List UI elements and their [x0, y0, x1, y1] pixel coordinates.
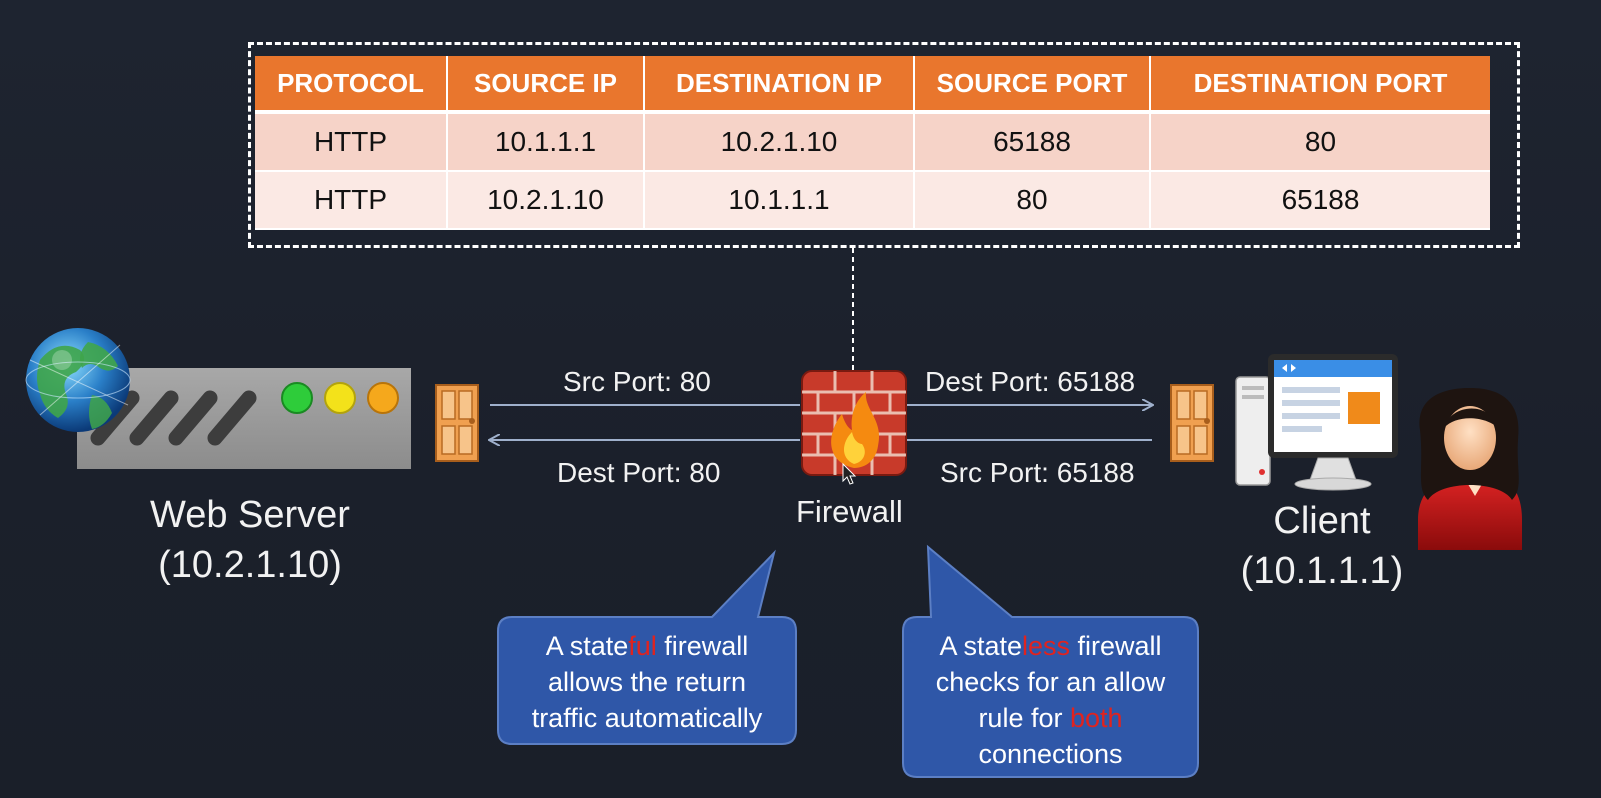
globe-icon [25, 328, 131, 432]
computer-icon [1235, 354, 1398, 491]
callout-stateless-text: A stateless firewall checks for an allow… [903, 628, 1198, 772]
door-icon [435, 384, 479, 462]
callout-stateful-text: A stateful firewall allows the return tr… [498, 628, 796, 736]
client-name: Client [1273, 500, 1371, 542]
callout-stateful-line1: A stateful firewall [498, 628, 796, 664]
flow-label-right-top: Dest Port: 65188 [925, 366, 1136, 397]
callout-stateful-line3: traffic automatically [531, 703, 763, 733]
flow-label-right-bottom: Src Port: 65188 [940, 457, 1135, 488]
callout-stateless-line3: rule for both [903, 700, 1198, 736]
firewall-label: Firewall [796, 494, 903, 529]
callout-stateless-highlight: less [1022, 631, 1071, 661]
user-avatar-icon [1418, 388, 1522, 550]
web-server-ip: (10.2.1.10) [158, 544, 342, 586]
callout-stateless-line3-highlight: both [1069, 703, 1123, 733]
client-label: Client (10.1.1.1) [1222, 496, 1422, 596]
web-server-label: Web Server (10.2.1.10) [120, 490, 380, 590]
callout-stateless-line4: connections [978, 739, 1123, 769]
client-ip: (10.1.1.1) [1240, 550, 1404, 592]
callout-stateless-post: firewall [1070, 631, 1162, 661]
callout-stateful-line2: allows the return [547, 667, 747, 697]
door-icon [1170, 384, 1214, 462]
callout-stateless-line3-pre: rule for [978, 703, 1070, 733]
callout-stateful-post: firewall [656, 631, 749, 661]
callout-stateful-pre: A state [545, 631, 629, 661]
callout-stateful-highlight: ful [628, 631, 657, 661]
diagram-graphics [25, 248, 1522, 778]
callout-stateless-pre: A state [939, 631, 1022, 661]
flow-label-left-top: Src Port: 80 [563, 366, 711, 397]
flow-label-left-bottom: Dest Port: 80 [557, 457, 721, 488]
web-server-name: Web Server [150, 494, 350, 536]
callout-stateless-line1: A stateless firewall [903, 628, 1198, 664]
callout-stateless-line2: checks for an allow [935, 667, 1166, 697]
